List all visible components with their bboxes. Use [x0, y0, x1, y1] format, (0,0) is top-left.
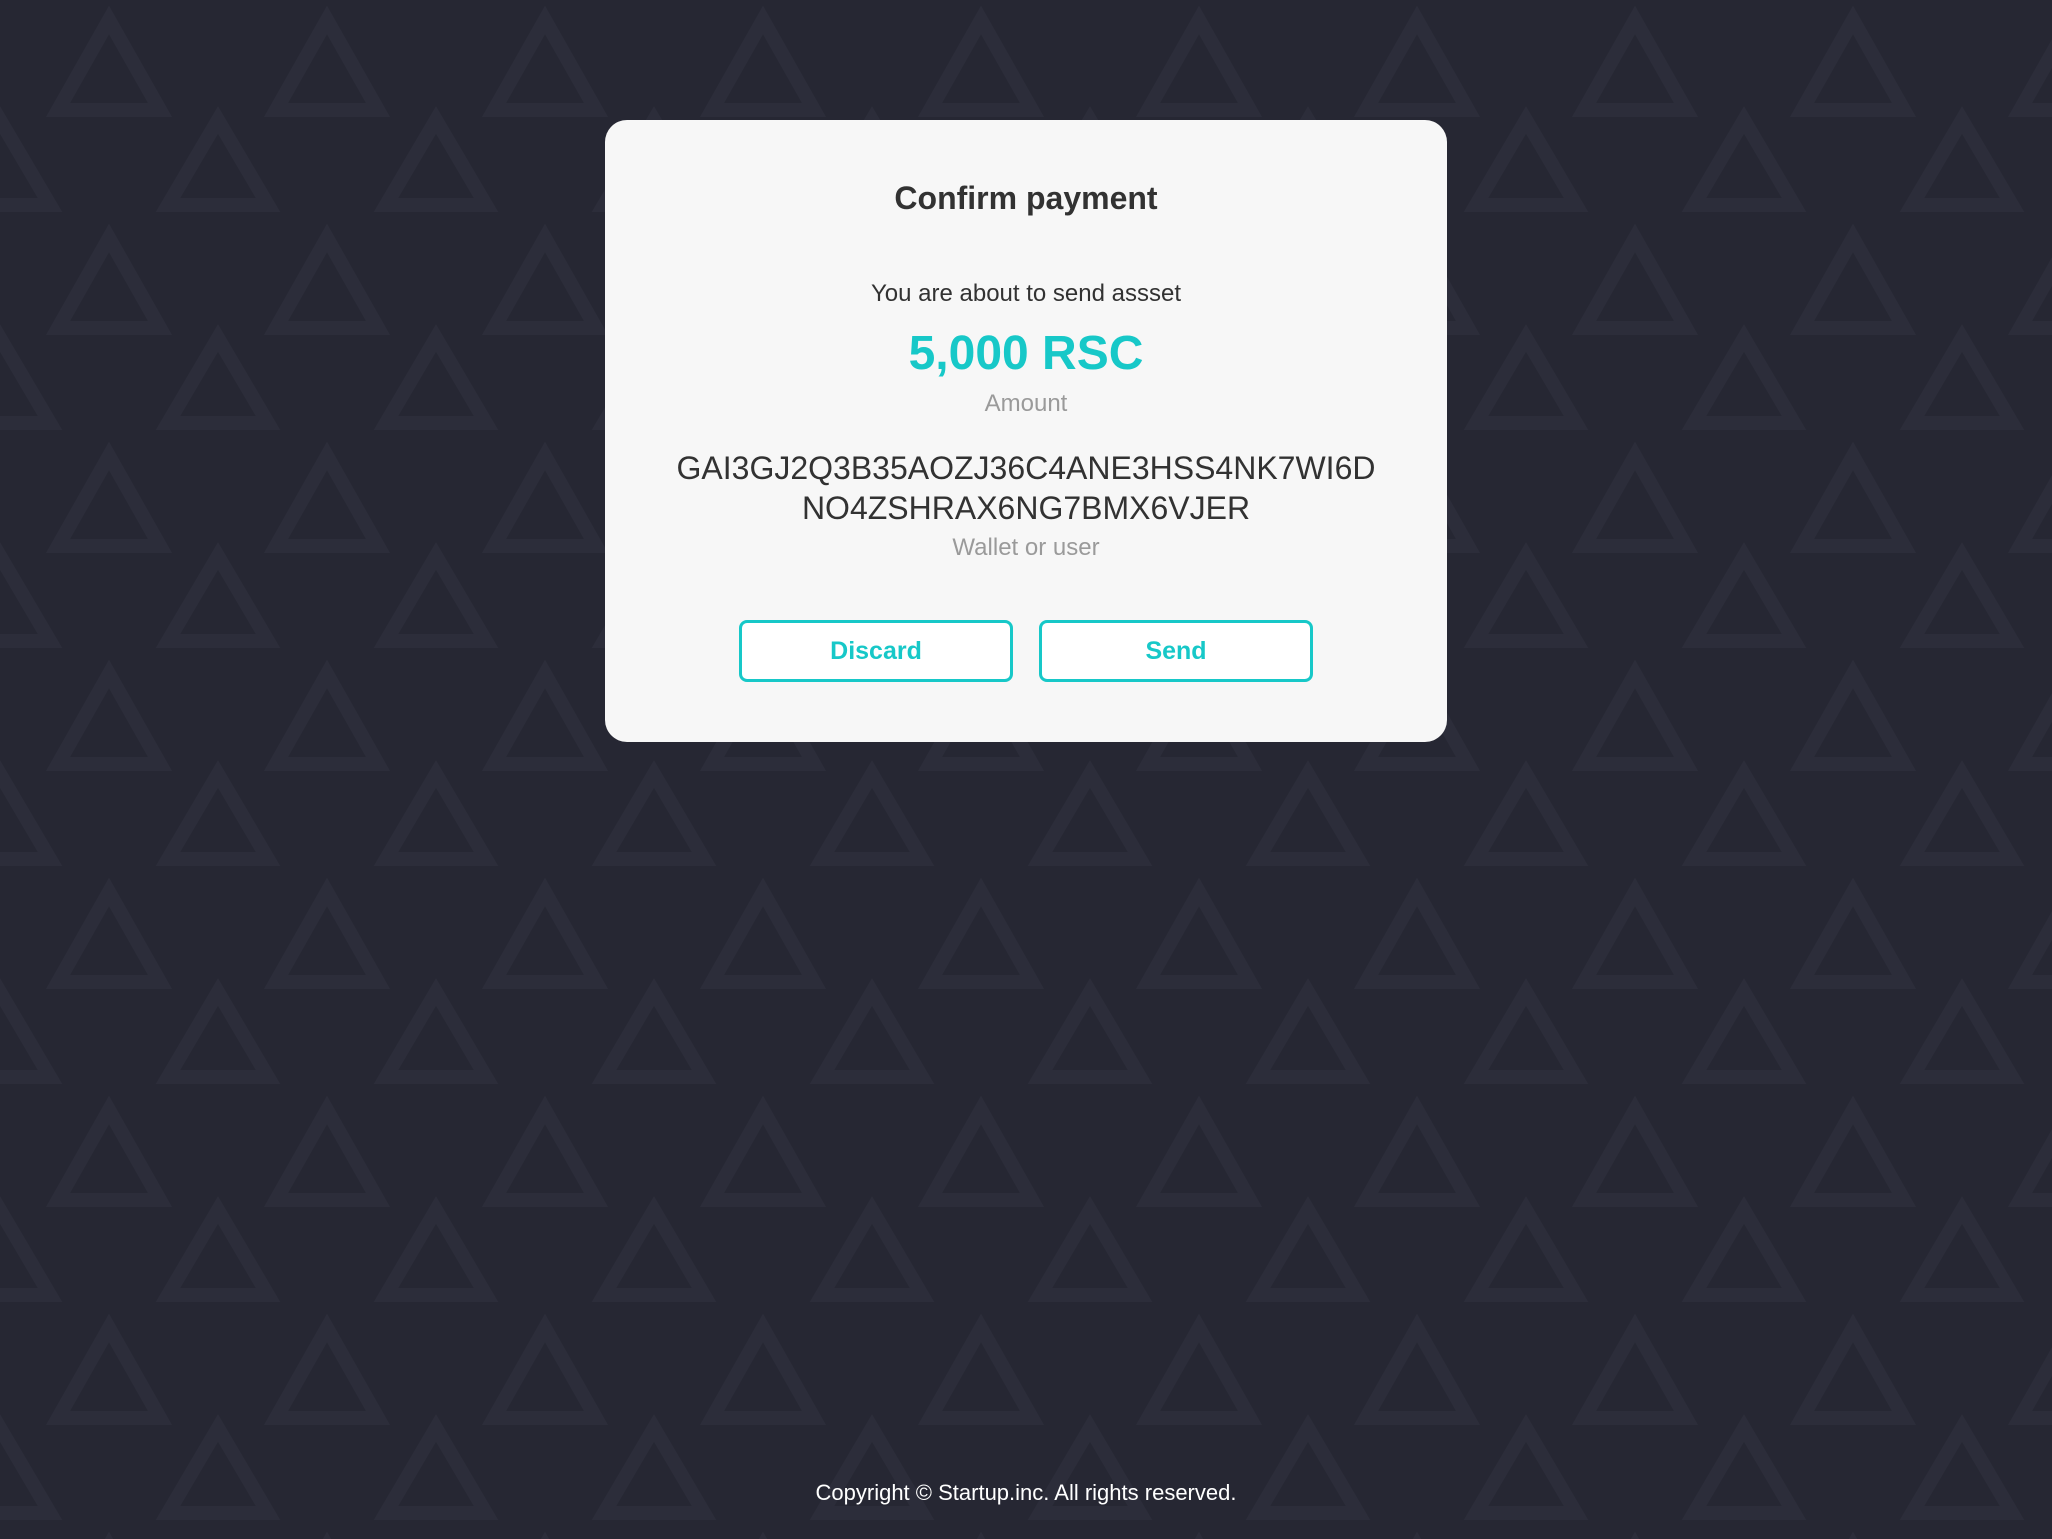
- amount-value: 5,000 RSC: [908, 327, 1144, 380]
- confirm-payment-dialog: Confirm payment You are about to send as…: [605, 120, 1447, 742]
- recipient-wallet-address: GAI3GJ2Q3B35AOZJ36C4ANE3HSS4NK7WI6DNO4ZS…: [676, 450, 1376, 526]
- dialog-title: Confirm payment: [894, 180, 1158, 216]
- dialog-intro-text: You are about to send assset: [870, 280, 1181, 307]
- send-button[interactable]: Send: [1039, 620, 1313, 682]
- footer-copyright: Copyright © Startup.inc. All rights rese…: [815, 1480, 1237, 1505]
- discard-button[interactable]: Discard: [739, 620, 1013, 682]
- amount-label: Amount: [984, 390, 1068, 417]
- recipient-label: Wallet or user: [952, 534, 1100, 561]
